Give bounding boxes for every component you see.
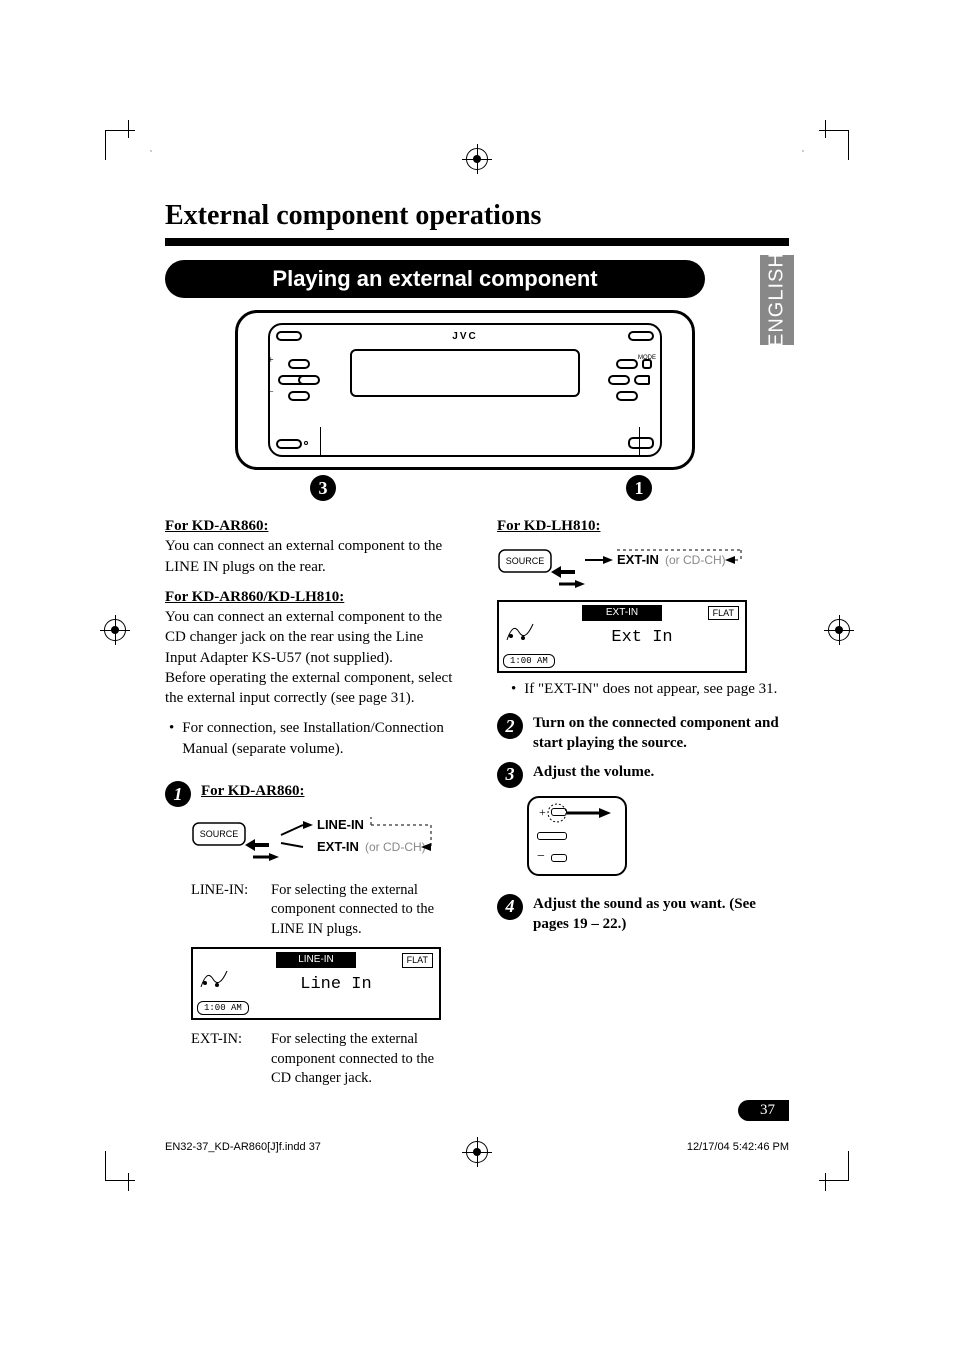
stereo-button	[628, 437, 654, 449]
animation-icon	[503, 618, 537, 644]
callout-3: 3	[310, 475, 336, 501]
stereo-button	[616, 359, 638, 369]
registration-target-icon	[466, 148, 488, 170]
stereo-button	[276, 331, 302, 341]
lcd-ext-in: EXT-IN FLAT Ext In 1:00 AM	[497, 600, 747, 673]
footer-left: EN32-37_KD-AR860[J]f.indd 37	[165, 1141, 321, 1153]
footer-right: 12/17/04 5:42:46 PM	[687, 1141, 789, 1153]
arrow-icon	[545, 800, 615, 830]
source-diagram-ar860: SOURCE LINE-IN EXT-IN (or CD-CH)	[191, 815, 457, 871]
page-title: External component operations	[165, 200, 789, 232]
crop-tick	[128, 120, 129, 138]
volume-pad: + −	[527, 796, 627, 876]
body-text: Before operating the external component,…	[165, 670, 452, 706]
animation-icon	[197, 965, 231, 991]
stereo-button	[288, 359, 310, 369]
stereo-button	[616, 391, 638, 401]
color-strip-right	[802, 150, 804, 152]
title-rule	[165, 238, 789, 246]
page-number: 37	[738, 1100, 789, 1121]
bullet-text: For connection, see Installation/Connect…	[182, 718, 457, 759]
bullet-icon: •	[169, 718, 174, 759]
crop-mark	[819, 1151, 849, 1181]
lcd-bar: LINE-IN	[276, 952, 356, 968]
crop-tick	[825, 1173, 826, 1191]
stereo-button	[298, 375, 320, 385]
heading-kd-both: For KD-AR860/KD-LH810:	[165, 589, 344, 605]
step-3-text: Adjust the volume.	[533, 762, 789, 782]
step-3-badge: 3	[497, 762, 523, 788]
minus-icon: −	[537, 848, 545, 867]
body-text: You can connect an external component to…	[165, 538, 442, 574]
bullet-icon: •	[511, 679, 516, 699]
lcd-time: 1:00 AM	[503, 654, 555, 668]
lcd-bar: EXT-IN	[582, 605, 662, 621]
language-tab: ENGLISH	[760, 255, 794, 345]
def-text: For selecting the external component con…	[271, 1030, 457, 1089]
def-label: EXT-IN:	[191, 1030, 263, 1089]
svg-text:LINE-IN: LINE-IN	[317, 817, 364, 832]
svg-text:EXT-IN: EXT-IN	[617, 552, 659, 567]
registration-target-icon	[104, 619, 126, 641]
stereo-led	[304, 441, 308, 445]
svg-text:(or CD-CH): (or CD-CH)	[365, 840, 426, 854]
stereo-button	[628, 331, 654, 341]
stereo-button	[276, 439, 302, 449]
svg-text:EXT-IN: EXT-IN	[317, 839, 359, 854]
source-diagram-lh810: SOURCE EXT-IN (or CD-CH)	[497, 542, 789, 590]
body-text: You can connect an external component to…	[165, 609, 442, 666]
heading-kd-ar860: For KD-AR860:	[165, 518, 268, 534]
pad-button	[551, 854, 567, 862]
step-2-badge: 2	[497, 713, 523, 739]
crop-mark	[105, 130, 135, 160]
svg-text:SOURCE: SOURCE	[506, 556, 545, 566]
lcd-flat: FLAT	[708, 606, 739, 620]
stereo-button	[634, 375, 650, 385]
callout-1: 1	[626, 475, 652, 501]
callout-line	[320, 427, 321, 457]
stereo-button	[608, 375, 630, 385]
color-strip-left	[150, 150, 152, 152]
def-text: For selecting the external component con…	[271, 881, 457, 940]
stereo-brand: JVC	[452, 331, 477, 342]
callout-line	[320, 426, 321, 427]
mode-label: MODE	[638, 355, 656, 361]
callout-line	[639, 427, 640, 457]
step-2-text: Turn on the connected component and star…	[533, 713, 789, 754]
heading-kd-lh810: For KD-LH810:	[497, 516, 789, 536]
registration-target-icon	[828, 619, 850, 641]
crop-mark	[819, 130, 849, 160]
lcd-line-in: LINE-IN FLAT Line In 1:00 AM	[191, 947, 441, 1020]
step1-heading: For KD-AR860:	[201, 781, 457, 801]
plus-icon: +	[268, 355, 274, 366]
lcd-flat: FLAT	[402, 953, 433, 967]
source-label: SOURCE	[200, 829, 239, 839]
step-4-badge: 4	[497, 894, 523, 920]
stereo-diagram: JVC MODE	[235, 310, 695, 470]
stereo-button	[288, 391, 310, 401]
crop-mark	[105, 1151, 135, 1181]
def-label: LINE-IN:	[191, 881, 263, 940]
step-1-badge: 1	[165, 781, 191, 807]
left-column: For KD-AR860: You can connect an externa…	[165, 516, 457, 1089]
footer-slug: EN32-37_KD-AR860[J]f.indd 37 12/17/04 5:…	[165, 1141, 789, 1153]
crop-tick	[128, 1173, 129, 1191]
lcd-time: 1:00 AM	[197, 1001, 249, 1015]
svg-text:(or CD-CH): (or CD-CH)	[665, 553, 726, 567]
stereo-display	[350, 349, 580, 397]
section-subtitle: Playing an external component	[165, 260, 705, 298]
step-4-text: Adjust the sound as you want. (See pages…	[533, 894, 789, 935]
right-column: For KD-LH810: SOURCE EXT-IN (or CD-CH)	[497, 516, 789, 1089]
pad-button	[537, 832, 567, 840]
crop-tick	[825, 120, 826, 138]
bullet-text: If "EXT-IN" does not appear, see page 31…	[524, 679, 777, 699]
minus-icon: −	[268, 387, 274, 398]
